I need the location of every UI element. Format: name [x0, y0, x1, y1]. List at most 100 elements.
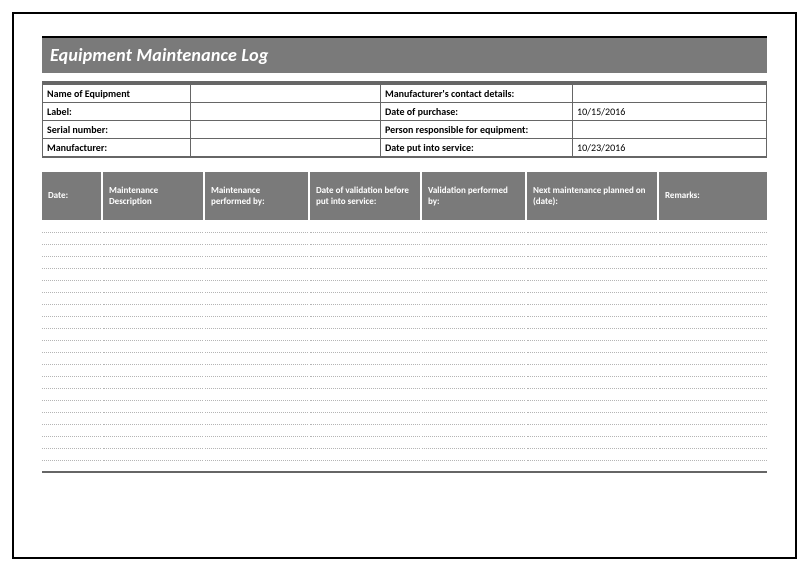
log-cell[interactable]: [42, 280, 102, 292]
log-cell[interactable]: [42, 328, 102, 340]
log-cell[interactable]: [309, 388, 421, 400]
log-cell[interactable]: [102, 424, 204, 436]
log-cell[interactable]: [526, 292, 658, 304]
log-cell[interactable]: [204, 232, 309, 244]
value-person-responsible[interactable]: [573, 121, 767, 139]
log-cell[interactable]: [102, 304, 204, 316]
value-date-of-purchase[interactable]: 10/15/2016: [573, 103, 767, 121]
value-label[interactable]: [191, 103, 381, 121]
log-cell[interactable]: [102, 352, 204, 364]
log-cell[interactable]: [658, 220, 767, 232]
log-cell[interactable]: [309, 340, 421, 352]
log-cell[interactable]: [309, 376, 421, 388]
log-cell[interactable]: [658, 364, 767, 376]
log-cell[interactable]: [421, 268, 526, 280]
log-cell[interactable]: [421, 412, 526, 424]
log-cell[interactable]: [309, 448, 421, 460]
log-cell[interactable]: [204, 352, 309, 364]
log-cell[interactable]: [421, 280, 526, 292]
log-cell[interactable]: [102, 280, 204, 292]
log-cell[interactable]: [526, 448, 658, 460]
log-cell[interactable]: [526, 388, 658, 400]
log-cell[interactable]: [526, 304, 658, 316]
log-cell[interactable]: [309, 328, 421, 340]
log-cell[interactable]: [421, 328, 526, 340]
log-cell[interactable]: [204, 244, 309, 256]
log-cell[interactable]: [421, 460, 526, 472]
log-cell[interactable]: [658, 352, 767, 364]
log-cell[interactable]: [204, 436, 309, 448]
value-manufacturer[interactable]: [191, 139, 381, 158]
log-cell[interactable]: [102, 316, 204, 328]
log-cell[interactable]: [421, 436, 526, 448]
log-cell[interactable]: [42, 364, 102, 376]
log-cell[interactable]: [526, 268, 658, 280]
log-cell[interactable]: [526, 424, 658, 436]
log-cell[interactable]: [421, 304, 526, 316]
log-cell[interactable]: [102, 448, 204, 460]
log-cell[interactable]: [42, 316, 102, 328]
log-cell[interactable]: [658, 232, 767, 244]
log-cell[interactable]: [204, 460, 309, 472]
log-cell[interactable]: [42, 256, 102, 268]
log-cell[interactable]: [658, 400, 767, 412]
log-cell[interactable]: [421, 292, 526, 304]
log-cell[interactable]: [204, 304, 309, 316]
log-cell[interactable]: [102, 244, 204, 256]
log-cell[interactable]: [526, 232, 658, 244]
log-cell[interactable]: [309, 280, 421, 292]
log-cell[interactable]: [42, 268, 102, 280]
log-cell[interactable]: [309, 292, 421, 304]
log-cell[interactable]: [204, 388, 309, 400]
log-cell[interactable]: [42, 340, 102, 352]
log-cell[interactable]: [421, 316, 526, 328]
log-cell[interactable]: [42, 304, 102, 316]
log-cell[interactable]: [421, 424, 526, 436]
log-cell[interactable]: [42, 412, 102, 424]
log-cell[interactable]: [42, 400, 102, 412]
log-cell[interactable]: [526, 352, 658, 364]
log-cell[interactable]: [42, 388, 102, 400]
log-cell[interactable]: [102, 436, 204, 448]
log-cell[interactable]: [658, 376, 767, 388]
log-cell[interactable]: [309, 364, 421, 376]
log-cell[interactable]: [526, 400, 658, 412]
log-cell[interactable]: [309, 424, 421, 436]
log-cell[interactable]: [421, 340, 526, 352]
log-cell[interactable]: [658, 448, 767, 460]
log-cell[interactable]: [421, 376, 526, 388]
log-cell[interactable]: [42, 448, 102, 460]
log-cell[interactable]: [658, 340, 767, 352]
log-cell[interactable]: [658, 316, 767, 328]
log-cell[interactable]: [309, 304, 421, 316]
log-cell[interactable]: [309, 352, 421, 364]
log-cell[interactable]: [526, 220, 658, 232]
log-cell[interactable]: [526, 436, 658, 448]
log-cell[interactable]: [102, 292, 204, 304]
log-cell[interactable]: [102, 328, 204, 340]
log-cell[interactable]: [204, 292, 309, 304]
log-cell[interactable]: [658, 304, 767, 316]
log-cell[interactable]: [658, 268, 767, 280]
log-cell[interactable]: [309, 268, 421, 280]
value-date-put-into-service[interactable]: 10/23/2016: [573, 139, 767, 158]
log-cell[interactable]: [526, 280, 658, 292]
log-cell[interactable]: [658, 256, 767, 268]
log-cell[interactable]: [658, 292, 767, 304]
log-cell[interactable]: [526, 340, 658, 352]
log-cell[interactable]: [658, 436, 767, 448]
log-cell[interactable]: [526, 460, 658, 472]
log-cell[interactable]: [658, 328, 767, 340]
log-cell[interactable]: [658, 412, 767, 424]
log-cell[interactable]: [309, 436, 421, 448]
log-cell[interactable]: [658, 460, 767, 472]
log-cell[interactable]: [42, 376, 102, 388]
log-cell[interactable]: [42, 232, 102, 244]
log-cell[interactable]: [204, 268, 309, 280]
log-cell[interactable]: [309, 316, 421, 328]
log-cell[interactable]: [102, 268, 204, 280]
log-cell[interactable]: [421, 256, 526, 268]
log-cell[interactable]: [102, 220, 204, 232]
log-cell[interactable]: [42, 460, 102, 472]
log-cell[interactable]: [42, 424, 102, 436]
